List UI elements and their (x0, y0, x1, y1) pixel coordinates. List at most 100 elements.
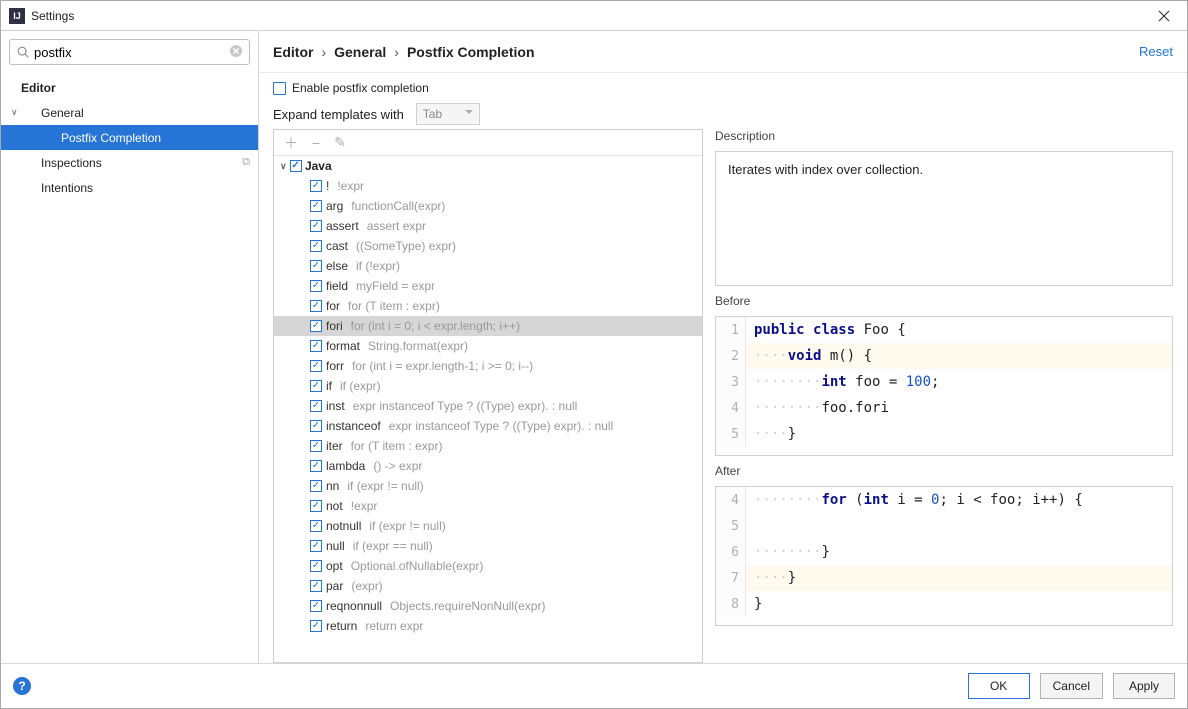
checkbox-icon[interactable] (310, 420, 322, 432)
template-key: forr (326, 359, 344, 373)
template-row-cast[interactable]: cast((SomeType) expr) (274, 236, 702, 256)
expand-key-select[interactable]: Tab (416, 103, 480, 125)
checkbox-icon[interactable] (310, 480, 322, 492)
enable-postfix-label: Enable postfix completion (292, 81, 429, 95)
template-row-par[interactable]: par(expr) (274, 576, 702, 596)
edit-template-button[interactable]: ✎ (334, 134, 346, 151)
checkbox-icon[interactable] (310, 360, 322, 372)
template-row-lambda[interactable]: lambda() -> expr (274, 456, 702, 476)
add-template-button[interactable]: ＋ (284, 133, 298, 153)
checkbox-icon[interactable] (310, 460, 322, 472)
gutter-line-number: 1 (716, 317, 746, 343)
template-desc: functionCall(expr) (351, 199, 445, 213)
sidebar-item-intentions[interactable]: Intentions (1, 175, 258, 200)
checkbox-icon[interactable] (310, 620, 322, 632)
checkbox-icon[interactable] (310, 280, 322, 292)
code-content: ········int foo = 100; (746, 374, 939, 390)
checkbox-icon[interactable] (310, 500, 322, 512)
template-row-reqnonnull[interactable]: reqnonnullObjects.requireNonNull(expr) (274, 596, 702, 616)
sidebar-tree: ∨Editor∨GeneralPostfix CompletionInspect… (1, 71, 258, 663)
enable-postfix-checkbox[interactable]: Enable postfix completion (273, 81, 1173, 95)
code-line: 7····} (716, 565, 1172, 591)
checkbox-icon[interactable] (310, 320, 322, 332)
close-button[interactable] (1149, 1, 1179, 31)
gutter-line-number: 6 (716, 539, 746, 565)
breadcrumb-part[interactable]: General (334, 44, 386, 60)
checkbox-icon[interactable] (310, 580, 322, 592)
code-line: 3········int foo = 100; (716, 369, 1172, 395)
sidebar-item-inspections[interactable]: Inspections⧉ (1, 150, 258, 175)
template-desc: if (expr != null) (347, 479, 423, 493)
checkbox-icon[interactable] (310, 260, 322, 272)
template-key: assert (326, 219, 359, 233)
checkbox-icon[interactable] (310, 380, 322, 392)
template-key: fori (326, 319, 343, 333)
cancel-button[interactable]: Cancel (1040, 673, 1103, 699)
template-row-fori[interactable]: forifor (int i = 0; i < expr.length; i++… (274, 316, 702, 336)
template-row-opt[interactable]: optOptional.ofNullable(expr) (274, 556, 702, 576)
template-row-forr[interactable]: forrfor (int i = expr.length-1; i >= 0; … (274, 356, 702, 376)
template-row-inst[interactable]: instexpr instanceof Type ? ((Type) expr)… (274, 396, 702, 416)
checkbox-icon[interactable] (310, 520, 322, 532)
template-row-else[interactable]: elseif (!expr) (274, 256, 702, 276)
template-row-if[interactable]: ifif (expr) (274, 376, 702, 396)
template-row-arg[interactable]: argfunctionCall(expr) (274, 196, 702, 216)
template-row-for[interactable]: forfor (T item : expr) (274, 296, 702, 316)
gutter-line-number: 4 (716, 487, 746, 513)
checkbox-icon[interactable] (310, 400, 322, 412)
after-code-box: 4········for (int i = 0; i < foo; i++) {… (715, 486, 1173, 626)
search-box[interactable] (9, 39, 250, 65)
code-line: 8} (716, 591, 1172, 617)
code-line: 2····void m() { (716, 343, 1172, 369)
checkbox-icon[interactable] (310, 440, 322, 452)
template-row-return[interactable]: returnreturn expr (274, 616, 702, 636)
expand-templates-label: Expand templates with (273, 107, 404, 122)
code-line: 5 (716, 513, 1172, 539)
gutter-line-number: 2 (716, 343, 746, 369)
sidebar-item-general[interactable]: ∨General (1, 100, 258, 125)
template-row-notnull[interactable]: notnullif (expr != null) (274, 516, 702, 536)
apply-button[interactable]: Apply (1113, 673, 1175, 699)
checkbox-icon[interactable] (310, 220, 322, 232)
template-row-instanceof[interactable]: instanceofexpr instanceof Type ? ((Type)… (274, 416, 702, 436)
ok-button[interactable]: OK (968, 673, 1030, 699)
template-desc: !expr (351, 499, 378, 513)
template-row-field[interactable]: fieldmyField = expr (274, 276, 702, 296)
checkbox-icon[interactable] (310, 200, 322, 212)
checkbox-icon[interactable] (310, 540, 322, 552)
remove-template-button[interactable]: − (312, 135, 320, 151)
titlebar: IJ Settings (1, 1, 1187, 31)
clear-search-icon[interactable] (229, 44, 243, 61)
sidebar-item-postfix-completion[interactable]: Postfix Completion (1, 125, 258, 150)
search-input[interactable] (34, 45, 229, 60)
template-key: field (326, 279, 348, 293)
template-desc: String.format(expr) (368, 339, 468, 353)
checkbox-icon[interactable] (310, 300, 322, 312)
template-row-format[interactable]: formatString.format(expr) (274, 336, 702, 356)
template-language-row[interactable]: ∨ Java (274, 156, 702, 176)
template-row-nn[interactable]: nnif (expr != null) (274, 476, 702, 496)
templates-list[interactable]: ∨ Java!!exprargfunctionCall(expr)asserta… (274, 156, 702, 662)
template-key: ! (326, 179, 329, 193)
code-line: 1public class Foo { (716, 317, 1172, 343)
reset-link[interactable]: Reset (1139, 44, 1173, 59)
description-box: Iterates with index over collection. (715, 151, 1173, 286)
template-row-not[interactable]: not!expr (274, 496, 702, 516)
template-desc: if (!expr) (356, 259, 400, 273)
checkbox-icon[interactable] (310, 180, 322, 192)
template-row-null[interactable]: nullif (expr == null) (274, 536, 702, 556)
after-label: After (715, 464, 1173, 478)
template-language-label: Java (305, 159, 332, 173)
template-row-[interactable]: !!expr (274, 176, 702, 196)
gutter-line-number: 3 (716, 369, 746, 395)
template-row-assert[interactable]: assertassert expr (274, 216, 702, 236)
breadcrumb-part[interactable]: Editor (273, 44, 313, 60)
template-row-iter[interactable]: iterfor (T item : expr) (274, 436, 702, 456)
help-button[interactable]: ? (13, 677, 31, 695)
sidebar-item-editor[interactable]: ∨Editor (1, 75, 258, 100)
checkbox-icon[interactable] (310, 600, 322, 612)
checkbox-icon[interactable] (310, 560, 322, 572)
checkbox-icon[interactable] (310, 340, 322, 352)
gutter-line-number: 8 (716, 591, 746, 617)
checkbox-icon[interactable] (310, 240, 322, 252)
